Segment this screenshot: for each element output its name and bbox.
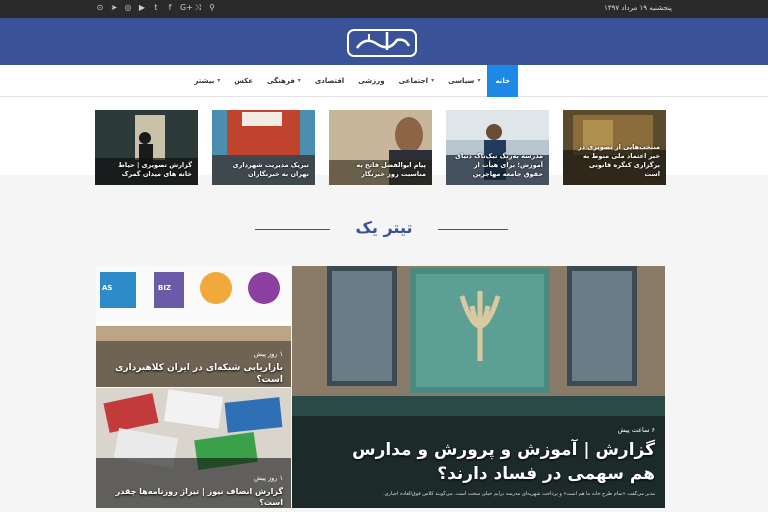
nav-item-label: فرهنگی [266, 77, 295, 85]
chevron-down-icon: ▾ [217, 77, 221, 84]
chevron-down-icon: ▾ [297, 77, 301, 84]
twitter-icon[interactable]: t [152, 3, 160, 13]
site-logo[interactable] [347, 26, 417, 59]
top-bar: پنجشنبه ۱۹ مرداد ۱۳۹۷ ⊙ ➤ ◎ ▶ t f G+ ⤨ ⚲ [0, 0, 768, 18]
rss-icon[interactable]: ⊙ [96, 3, 104, 13]
nav-item[interactable]: عکس [227, 65, 260, 97]
side-headline-time: ۱ روز پیش [253, 474, 283, 482]
main-headline-card[interactable]: ۶ ساعت پیش گزارش | آموزش و پرورش و مدارس… [292, 266, 665, 508]
thumb-caption: منتخب‌هایی از تصویری در خبر اعتماد ملی م… [577, 143, 660, 178]
facebook-icon[interactable]: f [166, 3, 174, 13]
side-headline-title[interactable]: گزارش انصاف نیوز | تیراژ روزنامه‌ها چقدر… [103, 486, 283, 508]
shuffle-icon[interactable]: ⤨ [194, 3, 202, 13]
thumb-caption: تبریک مدیریت شهرداری تهران به خبرنگاران [232, 161, 309, 178]
main-headline-time: ۶ ساعت پیش [617, 426, 655, 434]
instagram-icon[interactable]: ◎ [124, 3, 132, 13]
nav-item[interactable]: بیشتر ▾ [187, 65, 227, 97]
nav-item[interactable]: فرهنگی ▾ [260, 65, 308, 97]
telegram-icon[interactable]: ➤ [110, 3, 118, 13]
featured-thumb[interactable]: پیام ابوالفضل فاتح به مناسبت روز خبرنگار [329, 110, 432, 185]
social-icons: ⊙ ➤ ◎ ▶ t f G+ ⤨ ⚲ [96, 3, 216, 13]
featured-thumb[interactable]: گزارش تصویری | حیاط خانه های میدان گمرک [95, 110, 198, 185]
thumb-caption: مدرسه به‌رنگ تیک‌تاک دنیای آموزش؛ برای ه… [455, 152, 543, 178]
heading-rule-left [255, 229, 330, 230]
brand-logo-text: BIZ [158, 284, 172, 292]
nav-item[interactable]: اقتصادی [308, 65, 351, 97]
youtube-icon[interactable]: ▶ [138, 3, 146, 13]
nav-item[interactable]: خانه [487, 65, 518, 97]
featured-thumb[interactable]: مدرسه به‌رنگ تیک‌تاک دنیای آموزش؛ برای ه… [446, 110, 549, 185]
nav-item-label: خانه [495, 77, 510, 85]
side-headline-time: ۱ روز پیش [253, 350, 283, 358]
chevron-down-icon: ▾ [477, 77, 481, 84]
nav-item[interactable]: سیاسی ▾ [441, 65, 487, 97]
nav-item[interactable]: ورزشی [351, 65, 391, 97]
thumb-caption: پیام ابوالفضل فاتح به مناسبت روز خبرنگار [356, 161, 426, 178]
date-text: پنجشنبه ۱۹ مرداد ۱۳۹۷ [604, 4, 672, 12]
nav-item-label: عکس [234, 77, 253, 85]
thumb-caption: گزارش تصویری | حیاط خانه های میدان گمرک [118, 161, 192, 178]
nav-item[interactable]: اجتماعی ▾ [392, 65, 442, 97]
side-headline-card[interactable]: AS BIZ ۱ روز پیش بازاریابی شبکه‌ای در ای… [96, 266, 291, 387]
main-headline-title[interactable]: گزارش | آموزش و پرورش و مدارس هم سهمی در… [325, 438, 655, 486]
section-title: تیتر یک [355, 218, 413, 237]
side-headline-card[interactable]: ۱ روز پیش گزارش انصاف نیوز | تیراژ روزنا… [96, 388, 291, 508]
nav-item-label: اقتصادی [314, 77, 345, 85]
chevron-down-icon: ▾ [431, 77, 435, 84]
main-headline-excerpt: مدیر می‌گفت «تمام طرح خانه ما هم است» و … [383, 491, 655, 497]
side-headline-title[interactable]: بازاریابی شبکه‌ای در ایران کلاهبرداری اس… [103, 362, 283, 386]
nav-item-label: بیشتر [194, 77, 215, 85]
nav-item-label: ورزشی [358, 77, 385, 85]
section-heading: تیتر یک [0, 215, 768, 245]
featured-thumb[interactable]: تبریک مدیریت شهرداری تهران به خبرنگاران [212, 110, 315, 185]
heading-rule-right [438, 229, 508, 230]
main-nav: خانه سیاسی ▾ اجتماعی ▾ ورزشی اقتصادی فرهنگی ▾ عکس… [0, 65, 768, 97]
google-plus-icon[interactable]: G+ [180, 3, 193, 13]
featured-thumb[interactable]: منتخب‌هایی از تصویری در خبر اعتماد ملی م… [563, 110, 666, 185]
nav-item-label: اجتماعی [398, 77, 429, 85]
brand-logo-text: AS [102, 284, 113, 292]
nav-item-label: سیاسی [448, 77, 475, 85]
search-icon[interactable]: ⚲ [208, 3, 216, 13]
